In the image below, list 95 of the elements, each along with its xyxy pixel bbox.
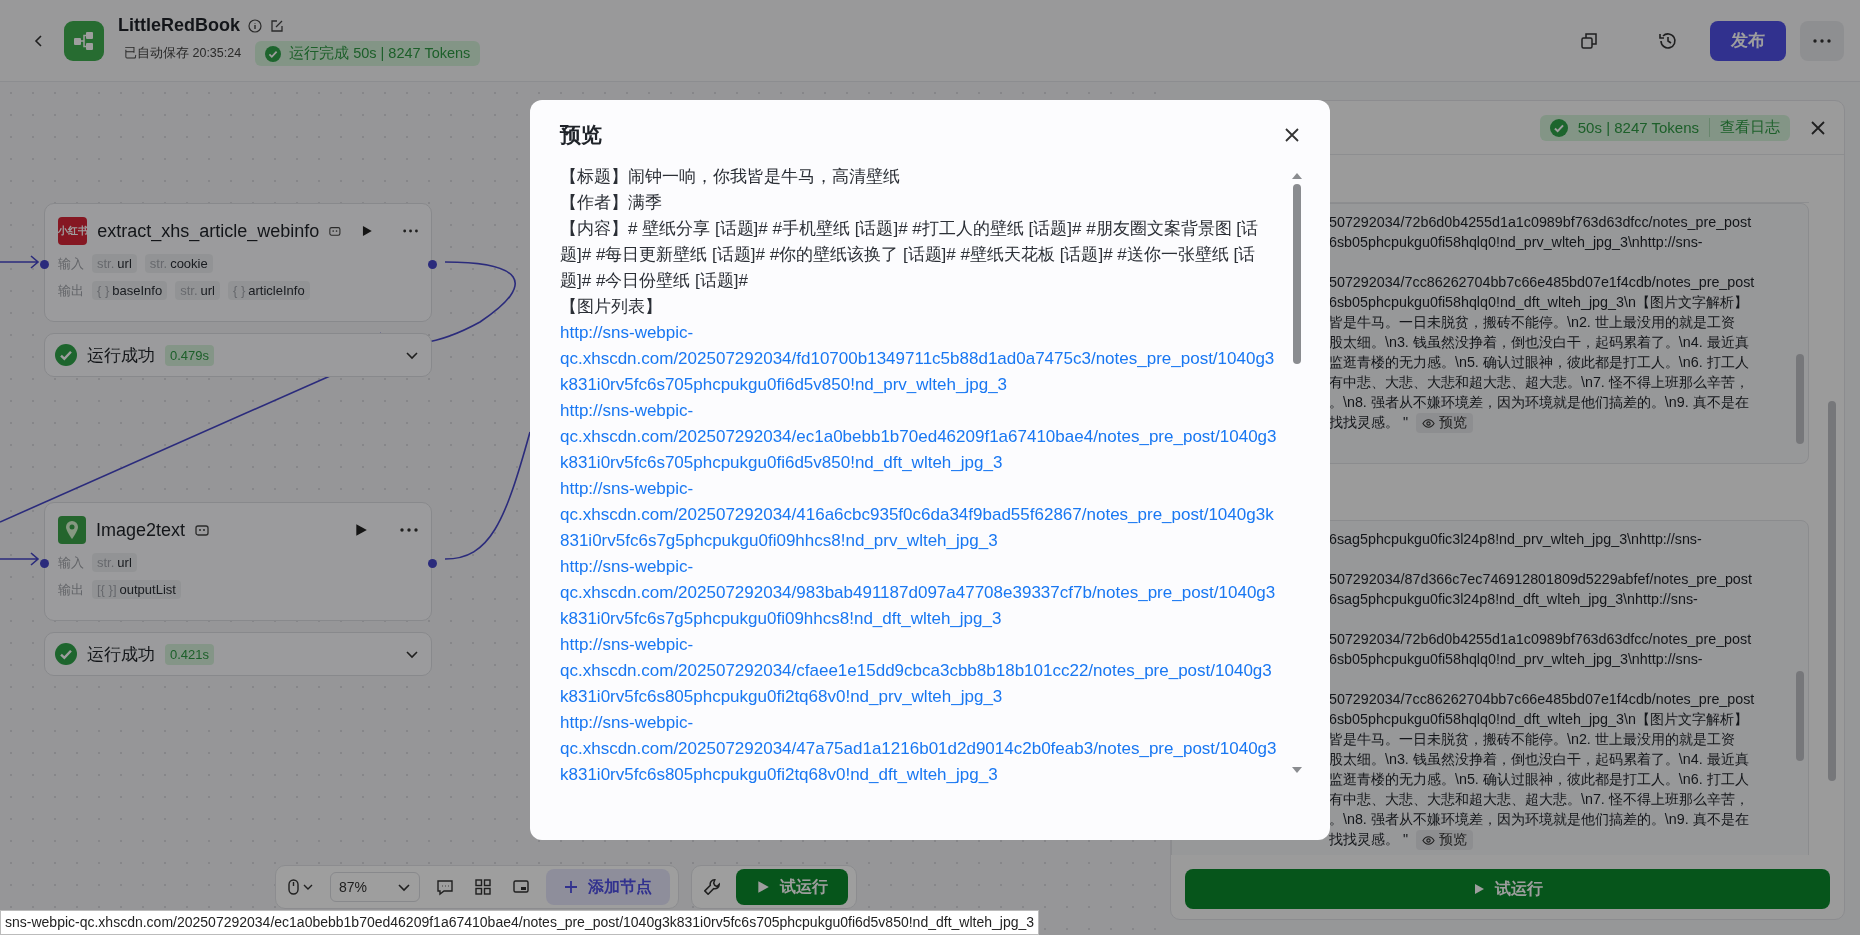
- output-text: 507292034/7cc86262704bb7c66e485bd07e1f4cdb/notes_pre_post: [1329, 691, 1755, 708]
- output-text: 507292034/87d366c7ec746912801809d5229abfef/notes_pre_post: [1329, 571, 1752, 588]
- test-run-button[interactable]: 试运行: [736, 869, 848, 905]
- run-status-bar[interactable]: 运行成功 0.479s: [44, 333, 432, 377]
- check-icon: [265, 45, 282, 62]
- view-log-link[interactable]: 查看日志: [1709, 118, 1780, 137]
- check-icon: [1549, 118, 1568, 137]
- output-text: 6sb05phcpukgu0fi58hqlq0!nd_prv_wlteh_jpg_3\nhttp://sns-: [1329, 234, 1703, 250]
- robot-icon: [329, 224, 342, 238]
- eye-icon: [1422, 416, 1436, 430]
- scrollbar-thumb[interactable]: [1796, 354, 1804, 444]
- output-text: 找找灵感。 ": [1329, 831, 1409, 848]
- output-text: 6sb05phcpukgu0fi58hqlq0!nd_dft_wlteh_jpg_3\n【图片文字解析】: [1329, 294, 1748, 310]
- location-pin-icon: [64, 520, 80, 540]
- output-text: 6sb05phcpukgu0fi58hqlq0!nd_prv_wlteh_jpg_3\nhttp://sns-: [1329, 651, 1703, 668]
- dialog-title: 预览: [560, 122, 602, 148]
- port-handle[interactable]: [40, 260, 49, 269]
- preview-button[interactable]: 预览: [1416, 413, 1474, 434]
- output-text: 6sag5phcpukgu0fic3l24p8!nd_dft_wlteh_jpg_3\nhttp://sns-: [1329, 591, 1698, 608]
- output-text: 有中悲、大悲、大悲和超大悲、超大悲。\n7. 怪不得上班那么辛苦，: [1329, 791, 1749, 808]
- publish-button[interactable]: 发布: [1710, 20, 1786, 61]
- status-text: 运行成功: [87, 344, 155, 367]
- output-text: 监逛青楼的无力感。\n5. 确认过眼神，彼此都是打工人。\n6. 打工人: [1329, 771, 1749, 788]
- output-text: 。\n8. 强者从不嫌环境差，因为环境就是他们搞差的。\n9. 真不是在: [1329, 394, 1749, 410]
- zoom-select[interactable]: 87%: [330, 872, 420, 902]
- eye-icon: [1422, 833, 1436, 847]
- autosave-text: 已自动保存 20:35:24: [123, 45, 243, 62]
- app-title: LittleRedBook: [118, 15, 240, 36]
- plus-icon: [564, 880, 578, 894]
- run-status-bar[interactable]: 运行成功 0.421s: [44, 632, 432, 676]
- output-text: 有中悲、大悲、大悲和超大悲、超大悲。\n7. 怪不得上班那么辛苦，: [1329, 374, 1749, 390]
- check-icon: [55, 344, 77, 366]
- screen-icon: [512, 878, 530, 896]
- check-icon: [55, 643, 77, 665]
- output-text: 股太细。\n3. 钱虽然没挣着，倒也没白干，起码累着了。\n4. 最近真: [1329, 334, 1749, 350]
- port-handle[interactable]: [428, 559, 437, 568]
- scrollbar-thumb[interactable]: [1293, 184, 1301, 364]
- output-text: 507292034/7cc86262704bb7c66e485bd07e1f4cdb/notes_pre_post: [1329, 274, 1755, 290]
- duration-tag: 0.479s: [165, 344, 215, 366]
- robot-icon: [195, 523, 210, 537]
- param-tag: [{ }] outputList: [92, 580, 181, 599]
- preview-text: 【图片列表】: [560, 296, 663, 318]
- info-icon[interactable]: [248, 18, 262, 33]
- output-text: 股太细。\n3. 钱虽然没挣着，倒也没白干，起码累着了。\n4. 最近真: [1329, 751, 1749, 768]
- close-icon: [1284, 127, 1300, 143]
- mouse-icon: [288, 879, 314, 895]
- output-text: 6sb05phcpukgu0fi58hqlq0!nd_dft_wlteh_jpg_3\n【图片文字解析】: [1329, 711, 1748, 728]
- grid-icon: [474, 878, 492, 896]
- output-text: 找找灵感。 ": [1329, 414, 1409, 430]
- scrollbar-thumb[interactable]: [1796, 671, 1804, 762]
- app-logo: 小红书: [58, 217, 88, 245]
- wrench-icon: [704, 879, 720, 895]
- connector-arrow: [0, 255, 40, 269]
- preview-text: 【标题】闹钟一响，你我皆是牛马，高清壁纸: [560, 166, 901, 188]
- link-status-text: sns-webpic-qc.xhscdn.com/202507292034/ec1a0bebb1b70ed46209f1a67410bae4/notes_pre_post/1040g3k831i0rv5fc6s705phcpukgu0fi6d5v850!nd_dft_wlteh_jpg_3: [0, 910, 1040, 935]
- preview-text: 【内容】# 壁纸分享 [话题]# #手机壁纸 [话题]# #打工人的壁纸 [话题]# #朋友圈文案背景图 [话题]# #每日更新壁纸 [话题]# #你的壁纸该换了 [话题]# #壁纸天花板 [话题]# #送你一张壁纸 [话题]# #今日份壁纸 [话题]#: [560, 218, 1260, 292]
- play-icon: [756, 880, 770, 894]
- scrollbar-thumb[interactable]: [1828, 401, 1836, 781]
- output-text: 6sag5phcpukgu0fic3l24p8!nd_prv_wlteh_jpg_3\nhttp://sns-: [1329, 531, 1702, 548]
- app-logo: [64, 20, 104, 61]
- image-link[interactable]: http://sns-webpic-qc.xhscdn.com/202507292034/47a75ad1a1216b01d2d9014c2b0feab3/notes_pre_post/1040g3k831i0rv5fc6s805phcpukgu0fi2tq68v0!nd_dft_wlteh_jpg_3: [560, 710, 1278, 788]
- play-icon: [1472, 883, 1485, 895]
- copy-icon: [1580, 31, 1598, 50]
- node-title: extract_xhs_article_webinfo: [97, 220, 320, 242]
- status-text: 运行成功: [87, 643, 155, 666]
- output-text: 507292034/72b6d0b4255d1a1c0989bf763d63dfcc/notes_pre_post: [1329, 631, 1752, 648]
- param-tag: { } baseInfo: [92, 281, 168, 300]
- more-icon: [400, 528, 418, 532]
- preview-button[interactable]: 预览: [1416, 830, 1474, 851]
- play-icon: [361, 224, 373, 238]
- history-icon: [1658, 30, 1678, 51]
- scroll-up-icon[interactable]: [1291, 172, 1303, 180]
- preview-text: 【作者】满季: [560, 192, 663, 214]
- edit-icon[interactable]: [270, 18, 284, 33]
- param-tag: { } articleInfo: [227, 281, 310, 300]
- test-run-button[interactable]: 试运行: [1185, 869, 1830, 909]
- play-icon: [354, 523, 368, 537]
- output-text: 监逛青楼的无力感。\n5. 确认过眼神，彼此都是打工人。\n6. 打工人: [1329, 354, 1749, 370]
- close-icon: [1810, 119, 1826, 136]
- port-handle[interactable]: [40, 559, 49, 568]
- output-text: 皆是牛马。一日未脱贫，搬砖不能停。\n2. 世上最没用的就是工资: [1329, 314, 1735, 330]
- scroll-down-icon[interactable]: [1291, 766, 1303, 774]
- connector-arrow: [0, 552, 40, 566]
- add-node-button[interactable]: 添加节点: [546, 869, 670, 905]
- output-text: 。\n8. 强者从不嫌环境差，因为环境就是他们搞差的。\n9. 真不是在: [1329, 811, 1749, 828]
- run-status-text: 运行完成 50s | 8247 Tokens: [289, 44, 471, 63]
- more-icon: [402, 229, 418, 233]
- port-handle[interactable]: [428, 260, 437, 269]
- run-stats-text: 50s | 8247 Tokens: [1577, 119, 1699, 136]
- node-title: Image2text: [96, 519, 186, 541]
- output-text: 507292034/72b6d0b4255d1a1c0989bf763d63dfcc/notes_pre_post: [1329, 214, 1752, 230]
- duration-tag: 0.421s: [165, 643, 215, 665]
- more-icon: [1813, 38, 1831, 43]
- comment-icon: [436, 878, 454, 896]
- output-text: 皆是牛马。一日未脱贫，搬砖不能停。\n2. 世上最没用的就是工资: [1329, 731, 1735, 748]
